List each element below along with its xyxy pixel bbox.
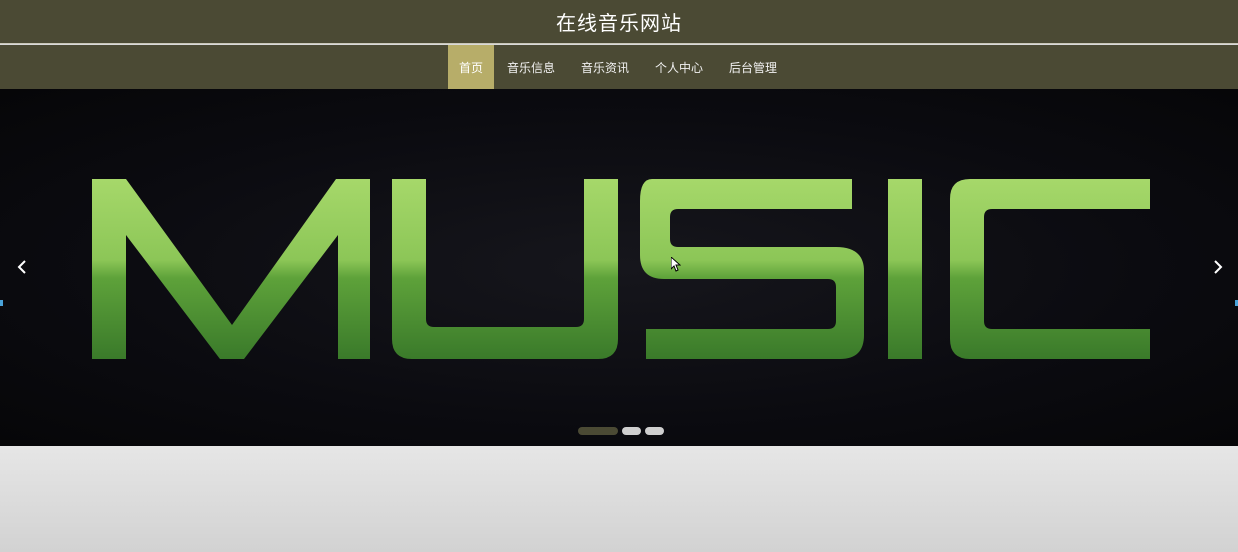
carousel-dot-1[interactable] [578,427,618,435]
carousel-dot-3[interactable] [645,427,664,435]
left-edge-marker [0,300,3,306]
carousel-indicators [578,427,664,435]
nav-item-music-info[interactable]: 音乐信息 [494,45,568,89]
chevron-left-icon [17,260,26,274]
site-title: 在线音乐网站 [556,11,682,35]
banner-carousel [0,89,1238,446]
banner-image-music [92,179,1150,359]
nav-item-home[interactable]: 首页 [447,45,494,89]
chevron-right-icon [1214,260,1223,274]
main-nav: 首页 音乐信息 音乐资讯 个人中心 后台管理 [0,45,1238,89]
site-header: 在线音乐网站 [0,0,1238,44]
nav-item-music-news[interactable]: 音乐资讯 [568,45,642,89]
nav-item-admin[interactable]: 后台管理 [716,45,790,89]
mouse-cursor-icon [671,257,681,272]
carousel-dot-2[interactable] [622,427,641,435]
content-area [0,446,1238,552]
nav-item-personal-center[interactable]: 个人中心 [642,45,716,89]
carousel-prev-button[interactable] [10,255,34,279]
carousel-next-button[interactable] [1206,255,1230,279]
